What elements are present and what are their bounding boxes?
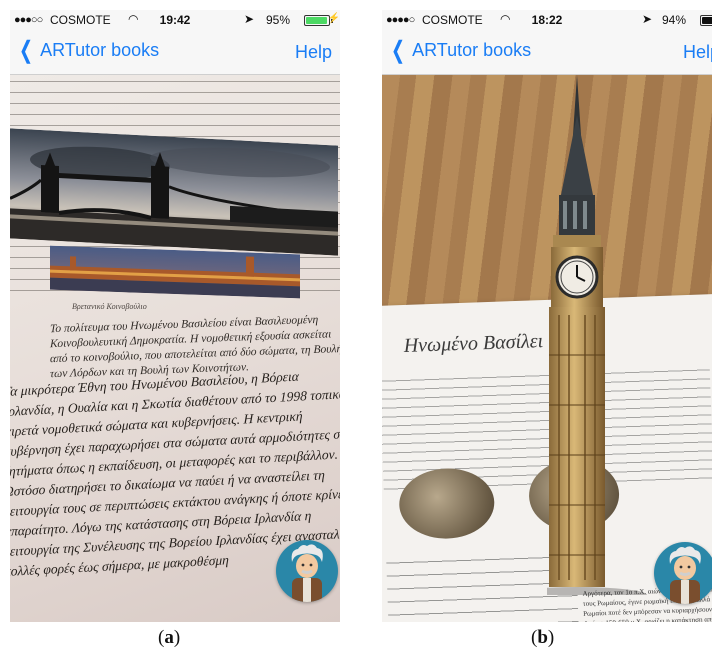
einstein-avatar-icon: [291, 544, 323, 602]
back-button-label: ARTutor books: [412, 40, 532, 60]
figure-label-text: b: [537, 627, 548, 648]
big-ben-model: [507, 75, 647, 603]
parliament-picture: [50, 245, 300, 299]
figure-label-text: a: [164, 627, 174, 648]
back-button[interactable]: ❮ ARTutor books: [388, 36, 532, 64]
einstein-tutor-button[interactable]: [654, 542, 712, 604]
navigation-bar: ❮ ARTutor books Help: [382, 30, 712, 75]
battery-percent: 94%: [661, 13, 686, 27]
back-button[interactable]: ❮ ARTutor books: [16, 36, 160, 64]
charging-bolt-icon: ⚡: [327, 13, 340, 24]
page-heading: Ηνωμένο Βασίλει: [403, 330, 544, 357]
camera-view: Βρετανικό Κοινοβούλιο Το πολίτευμα του Η…: [10, 75, 340, 622]
status-bar: ●●●○○ COSMOTE ◠ 19:42 ➤ 95% ⚡: [10, 10, 340, 30]
ar-model-big-ben[interactable]: [507, 75, 667, 603]
figure-caption: Βρετανικό Κοινοβούλιο: [72, 302, 147, 311]
ar-image-parliament[interactable]: [50, 245, 300, 299]
battery-icon: [700, 15, 712, 26]
chevron-left-icon: ❮: [391, 36, 406, 64]
figure-label-b: (b): [531, 627, 555, 648]
camera-view: Ηνωμένο Βασίλει Αργότερα, τον 1ο π.Χ. αι…: [382, 75, 712, 622]
einstein-tutor-button[interactable]: [276, 540, 338, 602]
chevron-left-icon: ❮: [19, 36, 34, 64]
battery-percent: 95%: [265, 13, 290, 27]
location-arrow-icon: ➤: [641, 12, 652, 26]
help-button[interactable]: Help: [683, 42, 712, 63]
status-bar: ●●●●○ COSMOTE ◠ 18:22 ➤ 94%: [382, 10, 712, 30]
tower-bridge-picture: [10, 128, 338, 256]
ar-image-tower-bridge[interactable]: [10, 128, 338, 256]
figure-label-a: (a): [158, 627, 181, 648]
battery-icon: [304, 15, 333, 26]
help-button[interactable]: Help: [295, 42, 332, 63]
status-time: 19:42: [159, 13, 191, 27]
navigation-bar: ❮ ARTutor books Help: [10, 30, 340, 75]
location-arrow-icon: ➤: [243, 12, 254, 26]
screenshot-panel-b: ●●●●○ COSMOTE ◠ 18:22 ➤ 94% ❮ ARTutor bo…: [382, 10, 712, 622]
screenshot-panel-a: ●●●○○ COSMOTE ◠ 19:42 ➤ 95% ⚡ ❮ ARTutor …: [10, 10, 340, 622]
back-button-label: ARTutor books: [40, 40, 160, 60]
einstein-avatar-icon: [669, 546, 701, 604]
